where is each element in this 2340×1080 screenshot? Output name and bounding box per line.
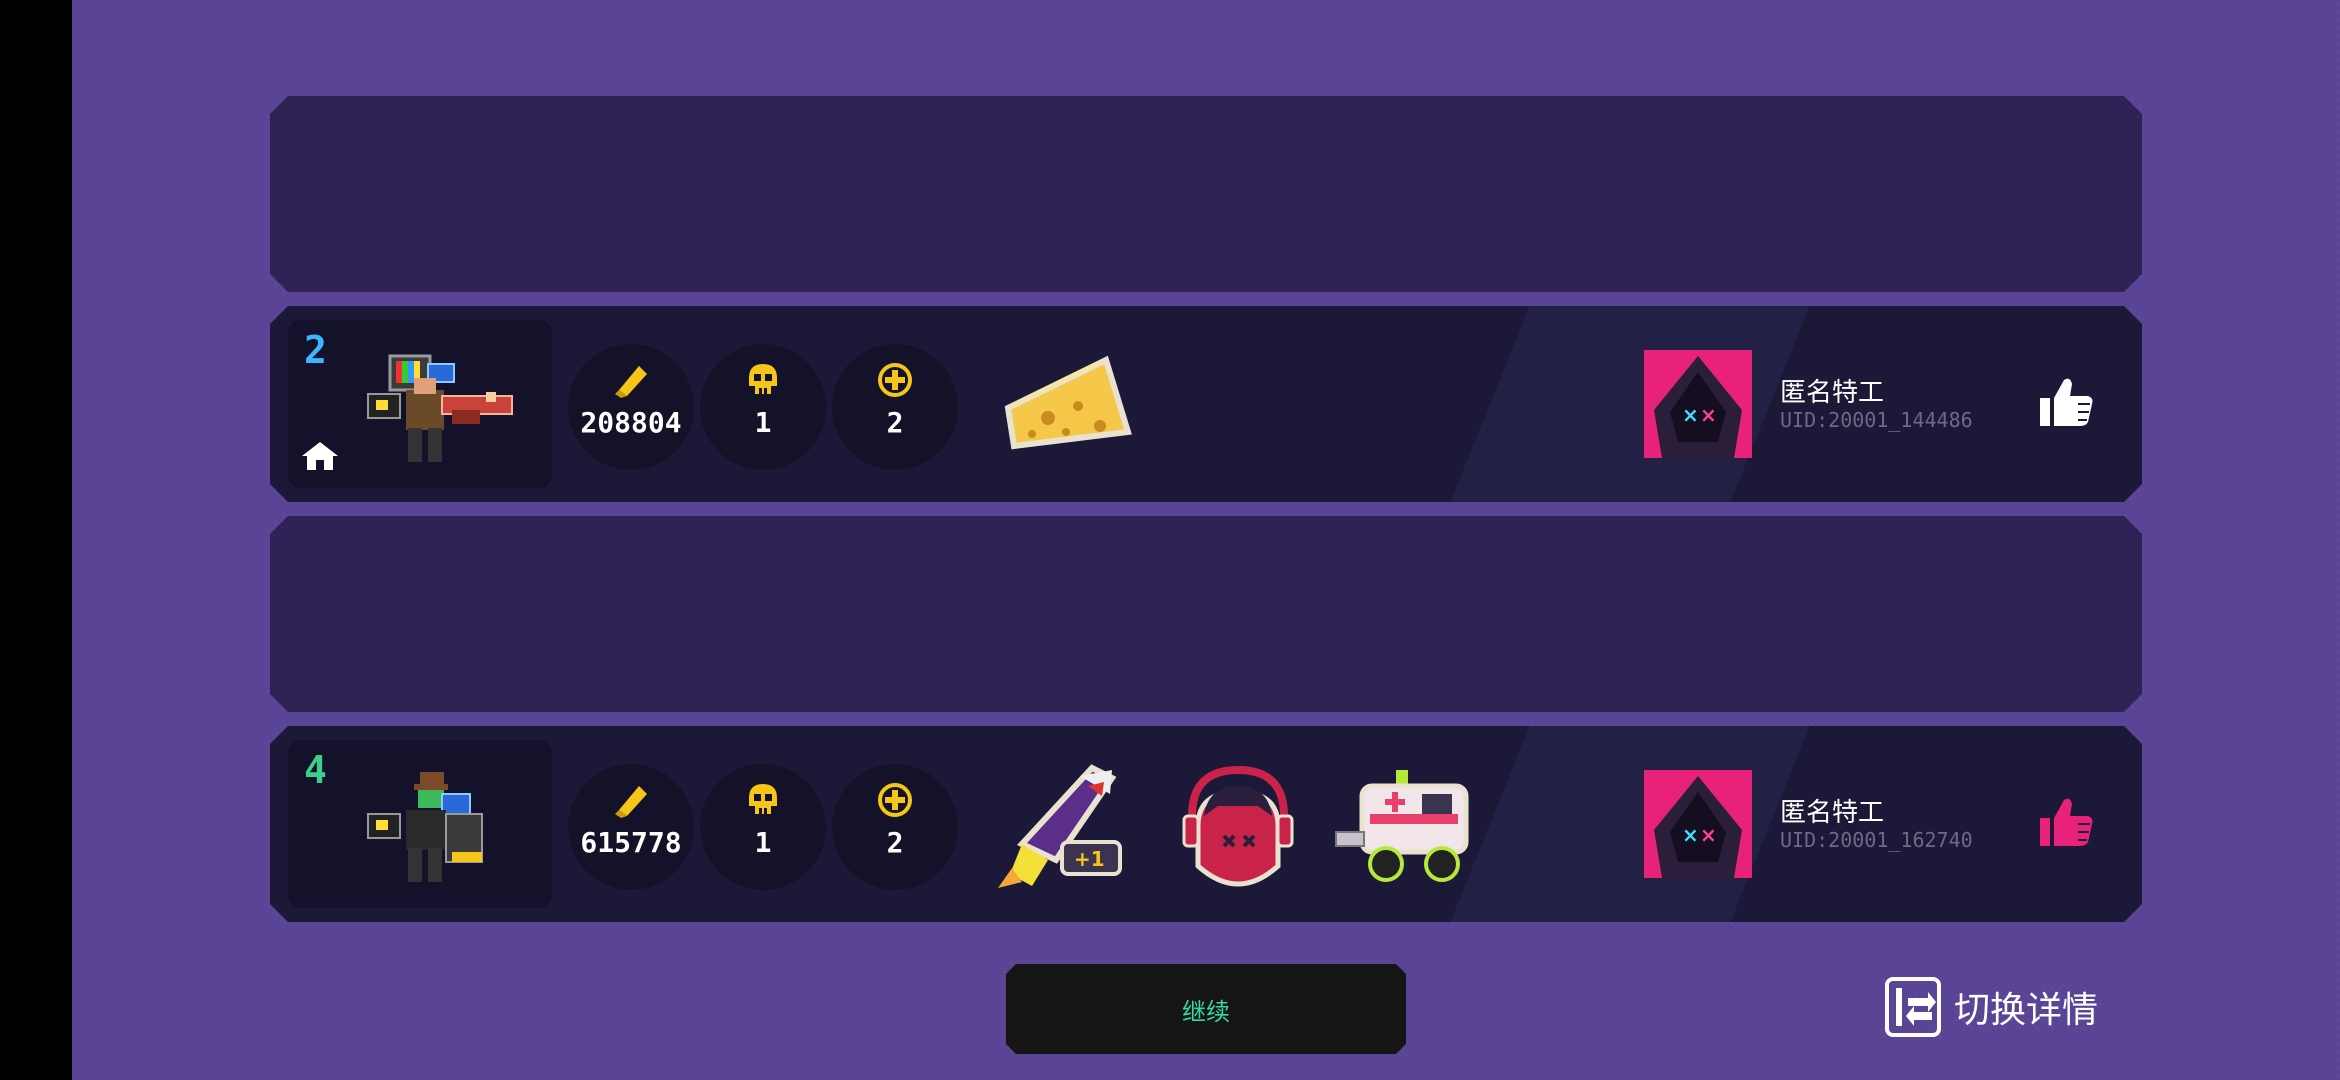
ambulance-icon[interactable] (1330, 756, 1480, 896)
coin-icon (611, 360, 651, 400)
revive-icon (875, 360, 915, 400)
revives-stat: 2 (832, 344, 958, 470)
demon-headphones-icon[interactable] (1168, 756, 1308, 896)
empty-player-slot-2 (270, 516, 2142, 712)
coins-stat: 208804 (568, 344, 694, 470)
rank-number: 2 (304, 328, 327, 372)
kills-stat: 1 (700, 764, 826, 890)
player-row-2: 4 615778 1 2 +1 × × 匿名特工 UID:20001_16274… (270, 726, 2142, 922)
thumbs-up-icon[interactable] (2034, 370, 2098, 434)
switch-details-button[interactable]: 切换详情 (1884, 974, 2098, 1040)
skull-icon (743, 360, 783, 400)
skull-icon (743, 780, 783, 820)
coins-stat: 615778 (568, 764, 694, 890)
player-name: 匿名特工 (1780, 378, 1885, 408)
home-icon (300, 438, 340, 472)
player-name: 匿名特工 (1780, 798, 1885, 828)
coins-value: 615778 (580, 826, 682, 859)
hooded-agent-icon: × × (1644, 350, 1752, 458)
revives-stat: 2 (832, 764, 958, 890)
player-avatar[interactable]: × × (1644, 770, 1752, 878)
shark-rocket-icon[interactable]: +1 (992, 756, 1132, 896)
kills-stat: 1 (700, 344, 826, 470)
player-uid: UID:20001_162740 (1780, 828, 1973, 852)
empty-player-slot-1 (270, 96, 2142, 292)
player-uid: UID:20001_144486 (1780, 408, 1973, 432)
switch-details-label: 切换详情 (1954, 990, 2099, 1031)
coin-icon (611, 780, 651, 820)
revives-value: 2 (886, 406, 904, 439)
character-sprite (366, 348, 516, 468)
revive-icon (875, 780, 915, 820)
svg-text:×: × (1682, 403, 1699, 427)
kills-value: 1 (754, 826, 772, 859)
thumbs-up-icon[interactable] (2034, 790, 2098, 854)
coins-value: 208804 (580, 406, 682, 439)
left-edge-bar (0, 0, 72, 1080)
hooded-agent-icon: × × (1644, 770, 1752, 878)
svg-text:×: × (1682, 823, 1699, 847)
rank-number: 4 (304, 748, 327, 792)
item-badge: +1 (1074, 847, 1105, 871)
character-sprite (366, 768, 516, 888)
svg-text:×: × (1700, 823, 1717, 847)
kills-value: 1 (754, 406, 772, 439)
player-avatar[interactable]: × × (1644, 350, 1752, 458)
svg-text:×: × (1700, 403, 1717, 427)
continue-button[interactable]: 继续 (1006, 964, 1406, 1054)
player-row-1: 2 208804 1 2 × × 匿名特工 UID:20001_144486 (270, 306, 2142, 502)
revives-value: 2 (886, 826, 904, 859)
character-box[interactable]: 2 (288, 320, 552, 488)
switch-details-icon (1885, 977, 1941, 1037)
cheese-icon[interactable] (996, 336, 1136, 476)
character-box[interactable]: 4 (288, 740, 552, 908)
